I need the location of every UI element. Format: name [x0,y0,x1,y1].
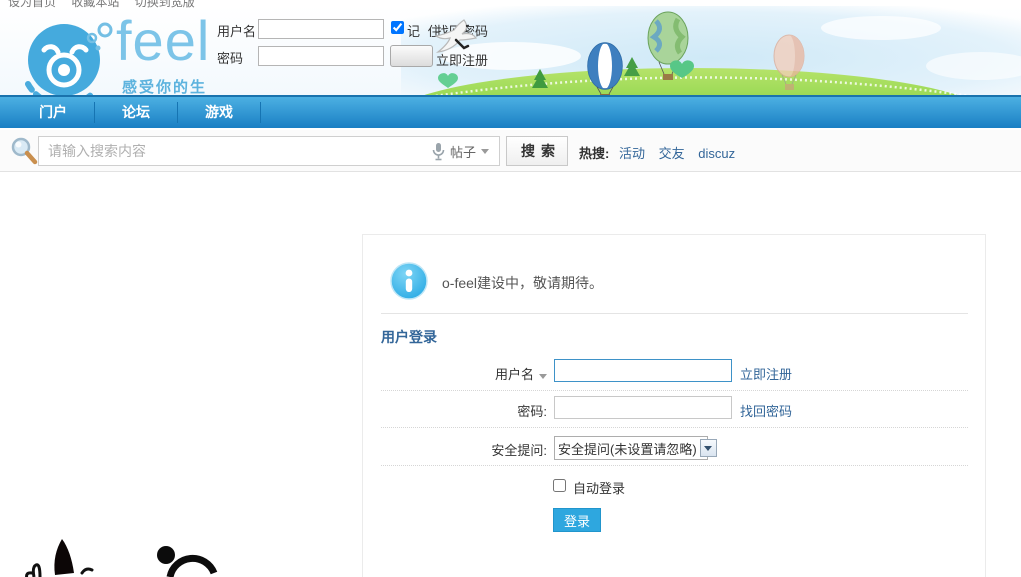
security-question-value: 安全提问(未设置请忽略) [558,441,697,457]
nav-item-games[interactable]: 游戏 [178,97,260,128]
footer-artwork [25,539,218,577]
mascot-icon [25,22,113,104]
search-scope-value: 帖子 [449,144,476,160]
password-label: 密码: [517,404,547,419]
password-input[interactable] [554,396,732,419]
username-input[interactable] [554,359,732,382]
top-utility-bar: 设为首页 收藏本站 切换到宽版 [8,0,207,10]
hot-link-discuz[interactable]: discuz [698,146,735,161]
hot-search: 热搜: 活动 交友 discuz [579,143,745,162]
nav-item-portal[interactable]: 门户 [12,97,94,128]
info-icon [390,262,428,300]
site-header: feel 感受你的生活 用户名 密码 记 住 找回密码 立即注册 [0,6,1021,117]
hot-link-friends[interactable]: 交友 [659,146,685,161]
dotted-divider [381,427,968,428]
search-input[interactable] [39,143,427,159]
nav-divider [260,102,261,123]
register-link[interactable]: 立即注册 [740,364,792,383]
select-dropdown-button[interactable] [699,439,717,457]
login-panel-title: 用户登录 [381,329,437,345]
set-homepage-link[interactable]: 设为首页 [8,0,56,9]
username-label: 用户名 [363,364,547,383]
microphone-icon[interactable] [432,142,445,161]
username-type-chevron-icon[interactable] [539,374,547,379]
security-question-select[interactable]: 安全提问(未设置请忽略) [554,436,717,460]
dotted-divider [381,390,968,391]
header-username-input[interactable] [258,19,384,39]
hot-link-activity[interactable]: 活动 [619,146,645,161]
site-logo[interactable]: feel 感受你的生活 [6,9,216,117]
auto-login-label: 自动登录 [573,481,626,496]
dotted-divider [381,465,968,466]
find-password-link[interactable]: 找回密码 [740,401,792,420]
hot-search-label: 热搜: [579,146,610,161]
construction-notice: o-feel建设中，敬请期待。 [442,275,604,291]
search-box: 帖子 [38,136,500,166]
brand-name: feel [116,9,211,72]
header-password-input[interactable] [258,46,384,66]
search-button[interactable]: 搜索 [506,136,568,166]
remember-checkbox[interactable] [391,21,404,34]
divider [381,313,968,314]
search-scope-dropdown[interactable]: 帖子 [450,142,489,161]
login-button[interactable]: 登录 [553,508,601,532]
chevron-down-icon [704,445,713,451]
auto-login-checkbox[interactable] [553,479,566,492]
search-icon [11,137,38,165]
header-password-label: 密码 [217,51,244,66]
chevron-down-icon [481,148,489,154]
switch-wide-link[interactable]: 切换到宽版 [135,0,195,9]
bookmark-site-link[interactable]: 收藏本站 [71,0,119,9]
security-question-label: 安全提问: [491,443,547,458]
dove-icon [434,19,477,53]
main-panel: o-feel建设中，敬请期待。 用户登录 用户名 立即注册 密码: 找回密码 安… [362,234,986,577]
search-section: 帖子 搜索 热搜: 活动 交友 discuz [0,130,1021,172]
nav-item-forum[interactable]: 论坛 [95,97,177,128]
header-username-label: 用户名 [217,24,257,39]
main-nav: 门户 论坛 游戏 [0,95,1021,128]
